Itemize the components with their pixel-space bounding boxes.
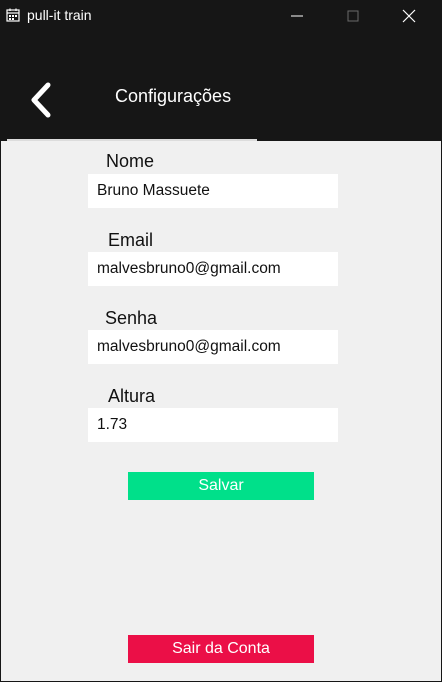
maximize-icon xyxy=(347,10,359,22)
save-button[interactable]: Salvar xyxy=(128,472,314,500)
window-titlebar: pull-it train xyxy=(0,0,442,32)
maximize-button[interactable] xyxy=(330,0,376,32)
settings-form: Nome Email Senha Altura Salvar Sair da C… xyxy=(1,141,441,681)
page-title: Configurações xyxy=(115,86,232,106)
email-input[interactable] xyxy=(88,252,338,286)
calendar-icon xyxy=(6,8,20,22)
altura-input[interactable] xyxy=(88,408,338,442)
close-icon xyxy=(402,9,416,23)
senha-input[interactable] xyxy=(88,330,338,364)
altura-label: Altura xyxy=(108,386,156,406)
minimize-icon xyxy=(291,15,303,17)
senha-label: Senha xyxy=(105,308,158,328)
logout-button[interactable]: Sair da Conta xyxy=(128,635,314,663)
nome-input[interactable] xyxy=(88,174,338,208)
email-label: Email xyxy=(108,230,154,250)
back-button[interactable] xyxy=(24,79,58,121)
app-header: Configurações xyxy=(0,32,442,141)
chevron-left-icon xyxy=(31,82,51,118)
minimize-button[interactable] xyxy=(274,0,320,32)
nome-label: Nome xyxy=(106,151,155,171)
window-title: pull-it train xyxy=(27,7,92,23)
close-button[interactable] xyxy=(386,0,432,32)
